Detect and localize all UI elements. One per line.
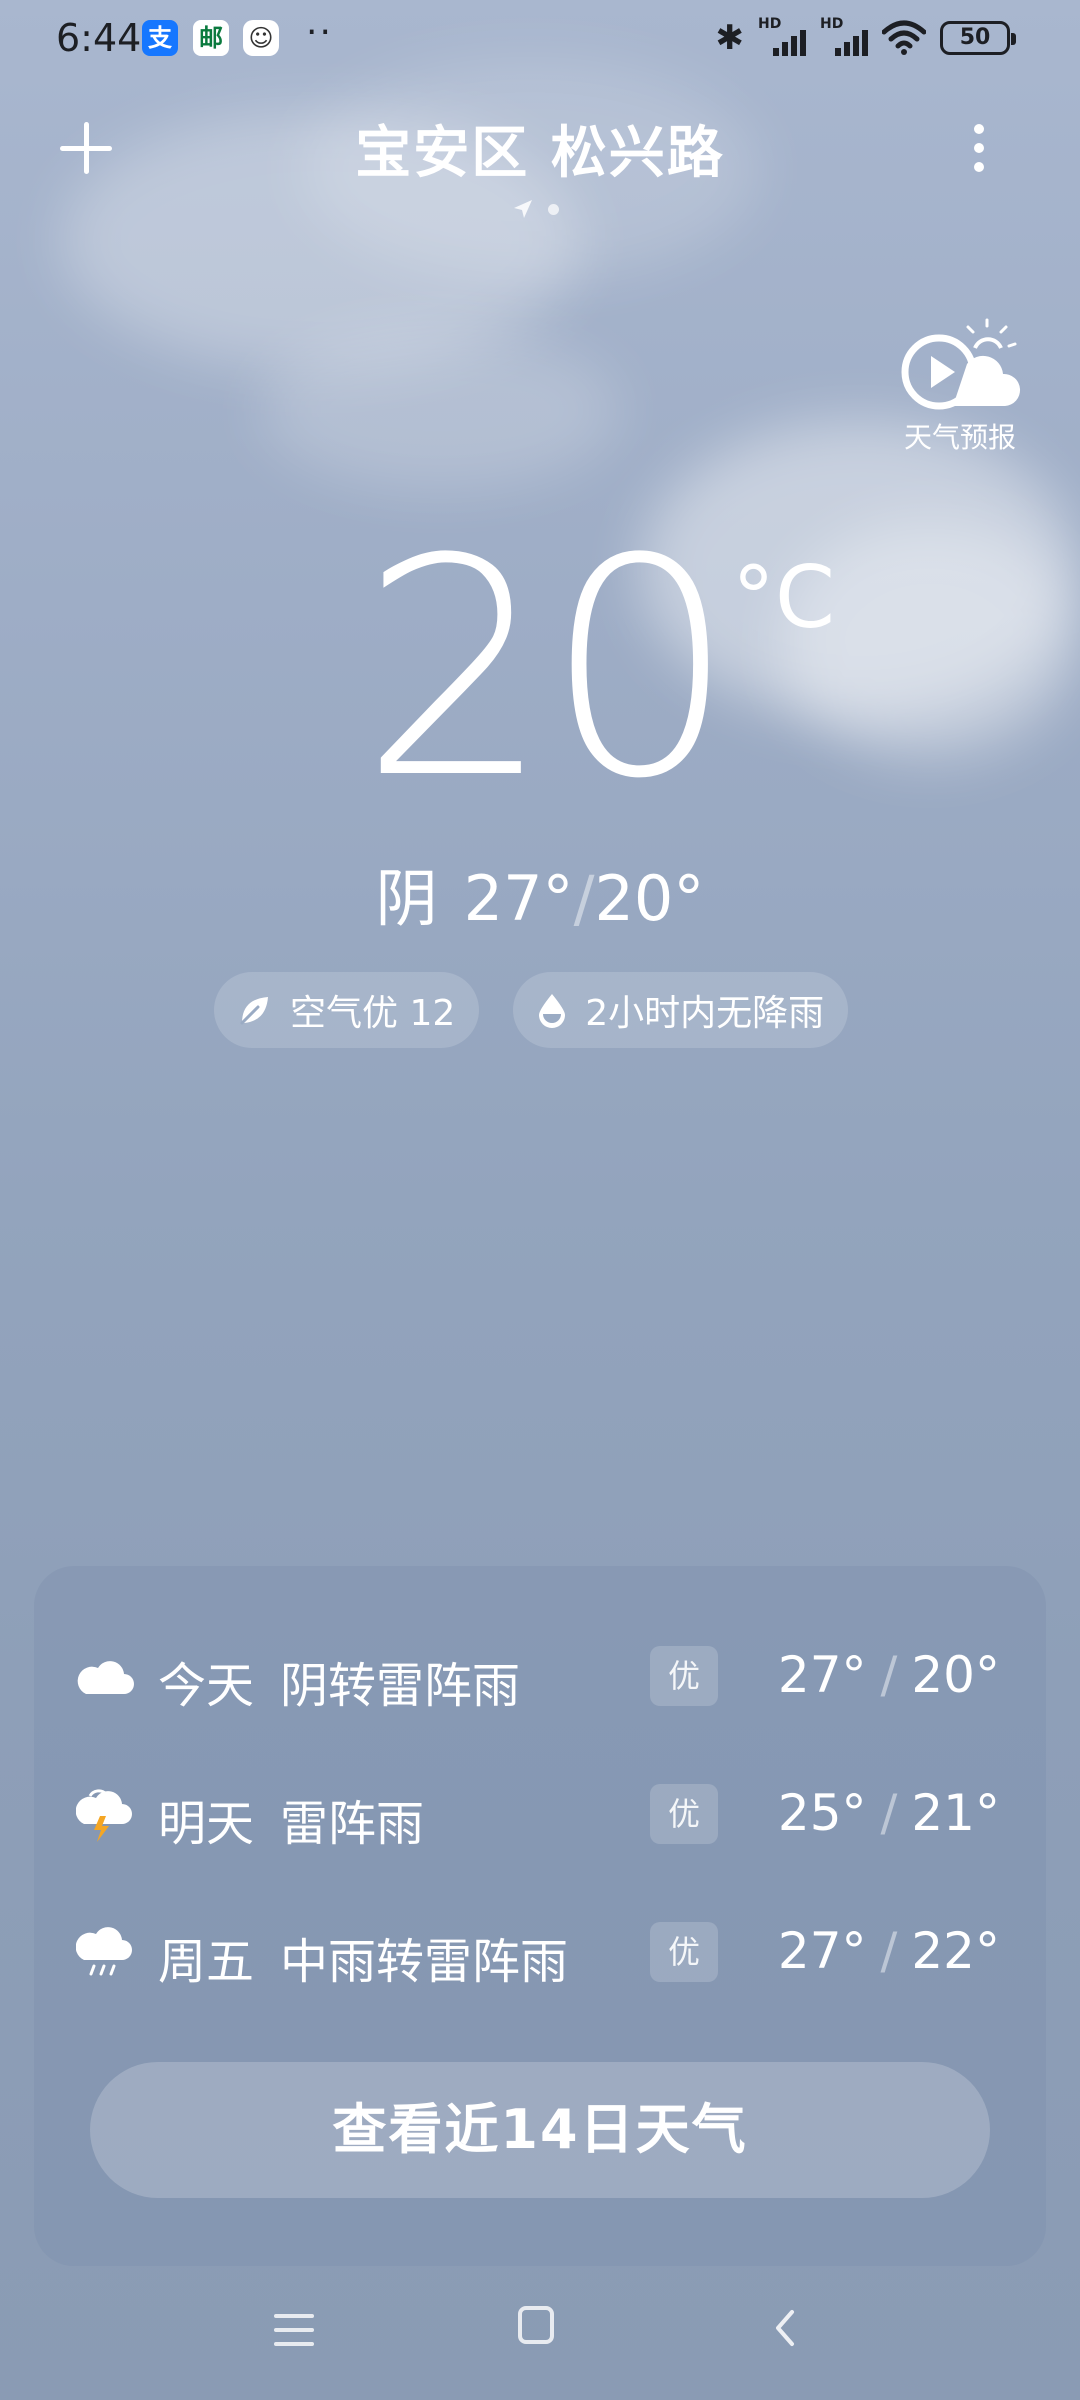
info-chips: 空气优 12 2小时内无降雨: [214, 972, 849, 1048]
navigation-bar: [0, 2290, 1080, 2380]
status-icons: ✱ HD HD 50: [715, 16, 1016, 60]
rain-icon: [76, 1927, 132, 1976]
page-dot: [548, 203, 559, 215]
low-temp: 20°: [594, 862, 705, 935]
temp-separator: /: [573, 862, 595, 935]
page-indicator: [512, 198, 559, 220]
air-quality-chip[interactable]: 空气优 12: [214, 972, 480, 1048]
current-temperature: 20: [360, 495, 736, 844]
forecast-low: 20°: [911, 1646, 1000, 1704]
water-drop-icon: [539, 994, 566, 1028]
location-title[interactable]: 宝安区 松兴路: [0, 108, 1080, 189]
forecast-condition: 中雨转雷阵雨: [280, 1934, 569, 1990]
forecast-condition: 雷阵雨: [280, 1796, 425, 1852]
more-options-button[interactable]: [960, 118, 1000, 178]
china-post-notification-icon: 邮: [193, 20, 229, 56]
avatar-notification-icon: ☺: [243, 20, 279, 56]
air-quality-badge: 优: [650, 1922, 718, 1982]
back-nav-button[interactable]: [766, 2308, 806, 2348]
forecast-low: 21°: [911, 1784, 1000, 1842]
play-cloud-sun-icon: [901, 318, 1021, 410]
more-notifications-icon: ··: [306, 12, 333, 53]
wifi-icon: [882, 20, 926, 55]
forecast-video-label: 天气预报: [903, 421, 1016, 454]
home-nav-button[interactable]: [518, 2306, 554, 2344]
forecast-day: 今天: [158, 1658, 255, 1714]
menu-nav-button[interactable]: [274, 2310, 314, 2350]
forecast-row[interactable]: 周五 中雨转雷阵雨 优 27°/22°: [34, 1902, 1046, 2002]
air-quality-badge: 优: [650, 1646, 718, 1706]
air-quality-label: 空气优 12: [290, 993, 456, 1034]
view-14-day-weather-button[interactable]: 查看近14日天气: [90, 2062, 990, 2198]
forecast-low: 22°: [911, 1922, 1000, 1980]
forecast-temps: 25°/21°: [777, 1784, 1000, 1842]
condition-line: 阴 27°/20°: [0, 848, 1080, 938]
location-arrow-icon: [514, 200, 532, 218]
battery-icon: 50: [940, 21, 1016, 55]
bluetooth-icon: ✱: [715, 18, 745, 58]
air-quality-badge: 优: [650, 1784, 718, 1844]
rain-forecast-label: 2小时内无降雨: [585, 993, 825, 1034]
status-bar: 6:44 支 邮 ☺ ·· ✱ HD HD 50: [0, 0, 1080, 78]
thunderstorm-icon: [76, 1789, 132, 1842]
forecast-high: 27°: [777, 1646, 867, 1704]
leaf-icon: [240, 997, 268, 1025]
forecast-row[interactable]: 明天 雷阵雨 优 25°/21°: [34, 1764, 1046, 1864]
forecast-card: 今天 阴转雷阵雨 优 27°/20° 明天 雷阵雨 优 25°/21° 周五 中…: [34, 1566, 1046, 2266]
forecast-temps: 27°/20°: [777, 1646, 1000, 1704]
alipay-notification-icon: 支: [142, 20, 178, 56]
signal-icon: HD: [820, 16, 868, 58]
forecast-row[interactable]: 今天 阴转雷阵雨 优 27°/20°: [34, 1626, 1046, 1726]
cloud-icon: [77, 1661, 134, 1694]
forecast-high: 25°: [777, 1784, 867, 1842]
rain-forecast-chip[interactable]: 2小时内无降雨: [513, 972, 849, 1048]
forecast-high: 27°: [777, 1922, 867, 1980]
current-condition: 阴: [375, 862, 438, 935]
background-cloud: [260, 330, 620, 490]
forecast-day: 明天: [158, 1796, 255, 1852]
high-temp: 27°: [463, 862, 574, 935]
forecast-temps: 27°/22°: [777, 1922, 1000, 1980]
signal-icon: HD: [758, 16, 806, 58]
status-time: 6:44: [56, 16, 142, 60]
forecast-condition: 阴转雷阵雨: [280, 1658, 521, 1714]
temperature-unit: °C: [732, 548, 836, 648]
forecast-day: 周五: [158, 1934, 255, 1990]
weather-forecast-video-button[interactable]: 天气预报: [880, 318, 1040, 458]
